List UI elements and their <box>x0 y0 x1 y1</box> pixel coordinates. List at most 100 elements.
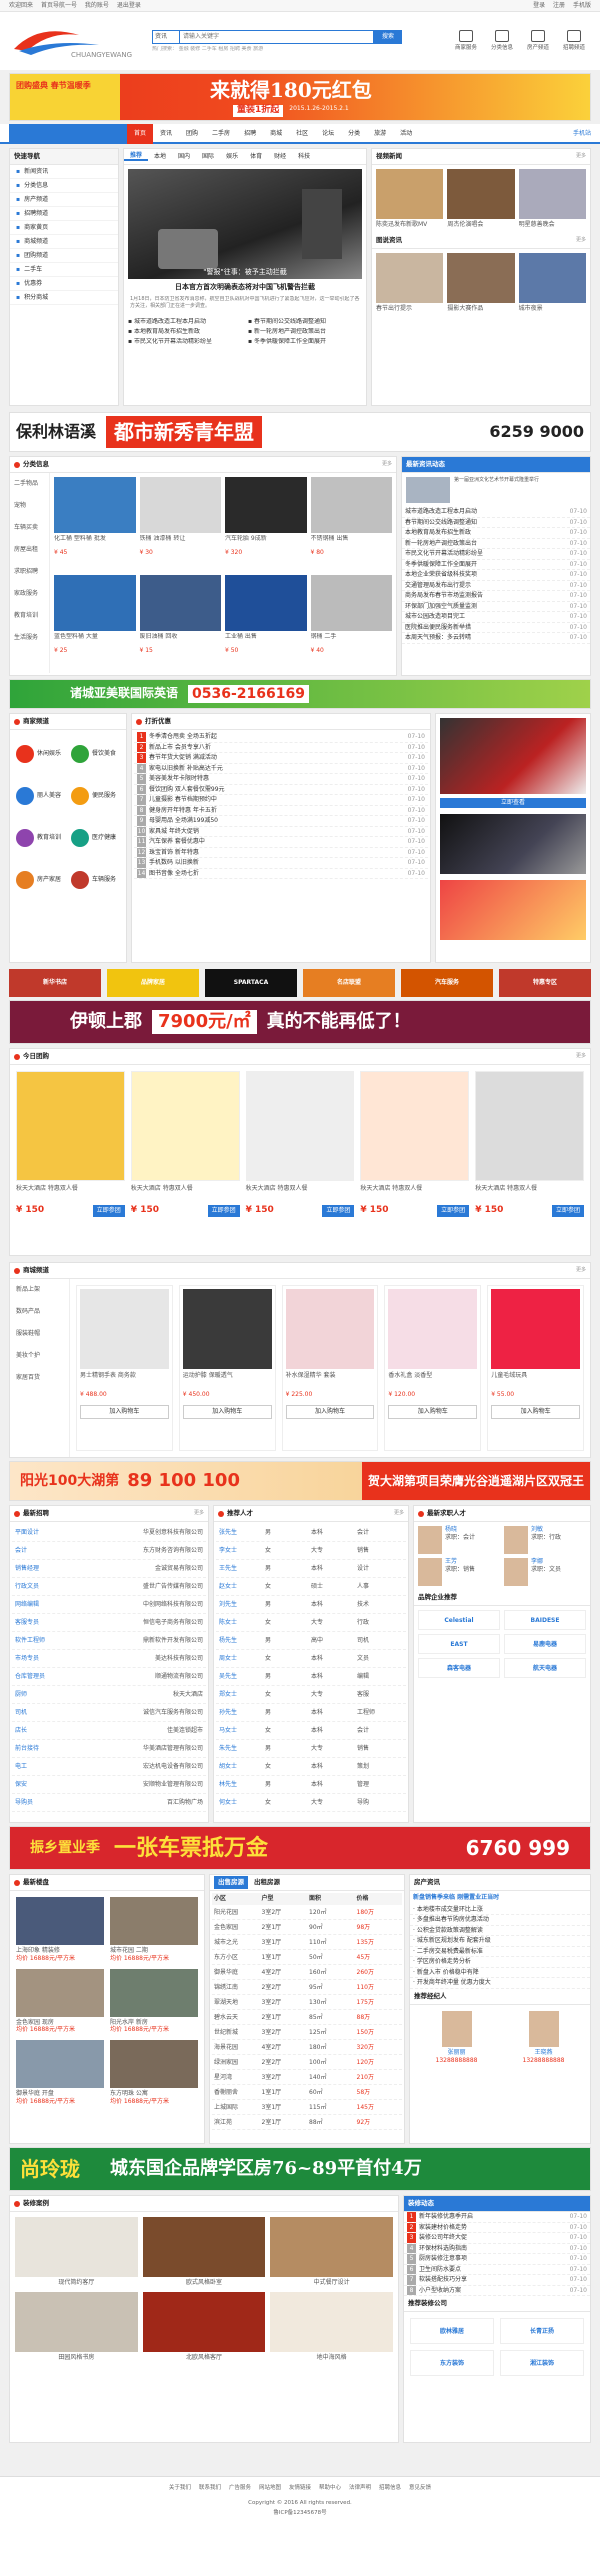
talent-item[interactable]: 胡女士 女 本科 策划 <box>216 1758 406 1776</box>
headline-image[interactable]: "警报"往事：被予主动拦截 <box>128 169 362 279</box>
latest-item[interactable]: 新一轮房地产调控政策出台 07-10 <box>402 539 590 549</box>
tuan-button[interactable]: 立即参团 <box>92 1205 125 1217</box>
shop-buy-button[interactable]: 加入购物车 <box>182 1404 272 1419</box>
banner-ticket[interactable]: 振乡置业季 一张车票抵万金 6760 999 <box>9 1826 591 1870</box>
tab-4[interactable]: 娱乐 <box>220 153 244 161</box>
rent-row[interactable]: 东方小区 1室1厅 50㎡ 45万 <box>212 1950 402 1965</box>
search-type-select[interactable]: 资讯 <box>152 29 180 44</box>
more-link[interactable]: 更多 <box>576 1053 586 1060</box>
sidebar-item[interactable]: ▪ 新闻资讯 <box>10 165 118 179</box>
promo-item[interactable]: 6 餐饮团购 双人套餐仅需99元 07-10 <box>134 784 428 795</box>
seeker-item[interactable]: 杨晓 求职：会计 <box>418 1526 500 1554</box>
classified-cat[interactable]: 求职招聘 <box>10 561 49 583</box>
brand-item[interactable]: 易鹿电器 <box>504 1634 586 1654</box>
shop-item[interactable]: 儿童毛绒玩具 ¥ 55.00 加入购物车 <box>487 1285 584 1451</box>
loupan-item[interactable]: 东方明珠 公寓 均价 16888元/平方米 <box>110 2040 198 2106</box>
tuan-button[interactable]: 立即参团 <box>551 1205 584 1217</box>
nav-item[interactable]: 商城 <box>263 124 289 144</box>
tab-6[interactable]: 财经 <box>268 153 292 161</box>
footer-link[interactable]: 联系我们 <box>199 2485 221 2492</box>
talent-item[interactable]: 郑女士 女 大专 客服 <box>216 1686 406 1704</box>
promo-item[interactable]: 9 母婴用品 全场满199减50 07-10 <box>134 816 428 827</box>
pic-item[interactable]: 摄影大赛作品 <box>447 252 515 313</box>
housenews-item[interactable]: · 新盘入市 价格稳中有降 <box>410 1968 590 1979</box>
top-link-register[interactable]: 注册 <box>553 2 565 9</box>
nav-item[interactable]: 团购 <box>179 124 205 144</box>
top-link-mobile[interactable]: 手机版 <box>573 2 591 9</box>
classified-item[interactable]: 汽车轮胎 9成新 ¥ 320 <box>225 477 307 571</box>
classified-cat[interactable]: 生活服务 <box>10 627 49 649</box>
deco-item[interactable]: 北欧风格客厅 <box>142 2291 266 2362</box>
housenews-item[interactable]: · 开发商年终冲量 优惠力度大 <box>410 1978 590 1989</box>
agent-item[interactable]: 王晓燕 13288888888 <box>503 2010 584 2065</box>
decocom-item[interactable]: 东方装饰 <box>410 2350 494 2376</box>
classified-item[interactable]: 钢桶 二手 ¥ 40 <box>310 575 392 669</box>
search-input[interactable] <box>180 29 374 44</box>
banner-eaton[interactable]: 伊顿上郡 7900元/㎡ 真的不能再低了！ <box>9 1000 591 1044</box>
loupan-item[interactable]: 城市花园 二期 均价 16888元/平方米 <box>110 1897 198 1963</box>
classified-item[interactable]: 废旧油桶 回收 ¥ 15 <box>139 575 221 669</box>
news-item[interactable]: ▪ 市民文化节开幕活动精彩纷呈 <box>128 338 242 348</box>
sidebar-item[interactable]: ▪ 商家黄页 <box>10 221 118 235</box>
nav-item[interactable]: 分类 <box>341 124 367 144</box>
job-item[interactable]: 市场专员 美达科技有限公司 <box>12 1650 206 1668</box>
ad-3[interactable]: 名店联盟 <box>303 969 395 997</box>
shop-item[interactable]: 运动护膝 保暖透气 ¥ 450.00 加入购物车 <box>178 1285 276 1451</box>
job-item[interactable]: 店长 佳美连锁超市 <box>12 1722 206 1740</box>
ad-1[interactable]: 品牌家居 <box>107 969 199 997</box>
sidebar-item[interactable]: ▪ 分类信息 <box>10 179 118 193</box>
news-item[interactable]: ▪ 冬季供暖保障工作全面展开 <box>248 338 362 348</box>
rent-row[interactable]: 滨江苑 2室1厅 88㎡ 92万 <box>212 2115 402 2130</box>
decodeal-item[interactable]: 5 厨房装修注意事项 07-10 <box>404 2254 590 2265</box>
talent-item[interactable]: 王先生 男 本科 设计 <box>216 1560 406 1578</box>
housenews-item[interactable]: · 二手房交易税费最新标准 <box>410 1947 590 1958</box>
ad-5[interactable]: 特惠专区 <box>499 969 591 997</box>
talent-item[interactable]: 林先生 男 本科 管理 <box>216 1776 406 1794</box>
decodeal-item[interactable]: 2 家装建材价格走势 07-10 <box>404 2222 590 2233</box>
news-item[interactable]: ▪ 本地教育局发布招生新政 <box>128 328 242 338</box>
latest-item[interactable]: 环保部门加强空气质量监测 07-10 <box>402 602 590 612</box>
business-cat[interactable]: 休闲娱乐 <box>16 736 65 772</box>
sidebar-item[interactable]: ▪ 积分商城 <box>10 291 118 305</box>
housenews-item[interactable]: · 公积金贷款政策调整解读 <box>410 1926 590 1937</box>
classified-item[interactable]: 蓝色塑料桶 大量 ¥ 25 <box>54 575 136 669</box>
header-nav-shop[interactable]: 商家服务 <box>449 29 483 52</box>
decocom-item[interactable]: 长青正扬 <box>500 2318 584 2344</box>
seeker-item[interactable]: 王芳 求职：销售 <box>418 1558 500 1586</box>
site-logo[interactable]: CHUANGYEWANG <box>9 21 144 61</box>
decodeal-item[interactable]: 8 小户型收纳方案 07-10 <box>404 2285 590 2296</box>
shop-buy-button[interactable]: 加入购物车 <box>491 1404 580 1419</box>
rent-row[interactable]: 上城国际 3室1厅 115㎡ 145万 <box>212 2100 402 2115</box>
latest-item[interactable]: 城市道路改造工程本月启动 07-10 <box>402 507 590 518</box>
news-item[interactable]: ▪ 新一轮房地产调控政策出台 <box>248 328 362 338</box>
tuan-item[interactable]: 秋天大酒店 特惠双人餐 ¥ 150 立即参团 <box>130 1071 240 1217</box>
sidebar-item[interactable]: ▪ 招聘频道 <box>10 207 118 221</box>
classified-cat[interactable]: 二手物品 <box>10 473 49 495</box>
tab-rent[interactable]: 出租房源 <box>254 1878 280 1886</box>
housenews-item[interactable]: · 多盘推出春节购房优惠活动 <box>410 1915 590 1926</box>
shop-cat[interactable]: 数码产品 <box>10 1301 69 1323</box>
tab-2[interactable]: 国内 <box>172 153 196 161</box>
job-item[interactable]: 导购员 百汇购物广场 <box>12 1794 206 1812</box>
business-cat[interactable]: 医疗健康 <box>71 820 120 856</box>
job-item[interactable]: 平面设计 华夏创意科技有限公司 <box>12 1524 206 1542</box>
news-item[interactable]: ▪ 春节期间公交线路调整通知 <box>248 318 362 328</box>
promo-item[interactable]: 10 家具城 年终大促销 07-10 <box>134 826 428 837</box>
rent-row[interactable]: 御景华庭 4室2厅 160㎡ 260万 <box>212 1965 402 1980</box>
tab-sale[interactable]: 出售房源 <box>214 1876 248 1889</box>
promo-image-2[interactable] <box>440 814 586 874</box>
job-item[interactable]: 网络编辑 中创网络科技有限公司 <box>12 1596 206 1614</box>
video-item[interactable]: 明星慈善晚会 <box>518 169 586 229</box>
seeker-item[interactable]: 刘敏 求职：行政 <box>504 1526 586 1554</box>
business-cat[interactable]: 便民服务 <box>71 778 120 814</box>
classified-cat[interactable]: 车辆买卖 <box>10 517 49 539</box>
footer-link[interactable]: 意见反馈 <box>409 2485 431 2492</box>
tuan-button[interactable]: 立即参团 <box>207 1205 240 1217</box>
tab-5[interactable]: 体育 <box>244 153 268 161</box>
headline-title[interactable]: 日本官方首次明确表态将对中国飞机警告拦截 <box>124 283 366 292</box>
promo-item[interactable]: 1 冬季清仓甩卖 全场五折起 07-10 <box>134 732 428 743</box>
job-item[interactable]: 厨师 秋天大酒店 <box>12 1686 206 1704</box>
header-nav-house[interactable]: 房产频道 <box>521 29 555 52</box>
top-link-logout[interactable]: 退出登录 <box>117 2 141 9</box>
talent-item[interactable]: 刘先生 男 本科 技术 <box>216 1596 406 1614</box>
